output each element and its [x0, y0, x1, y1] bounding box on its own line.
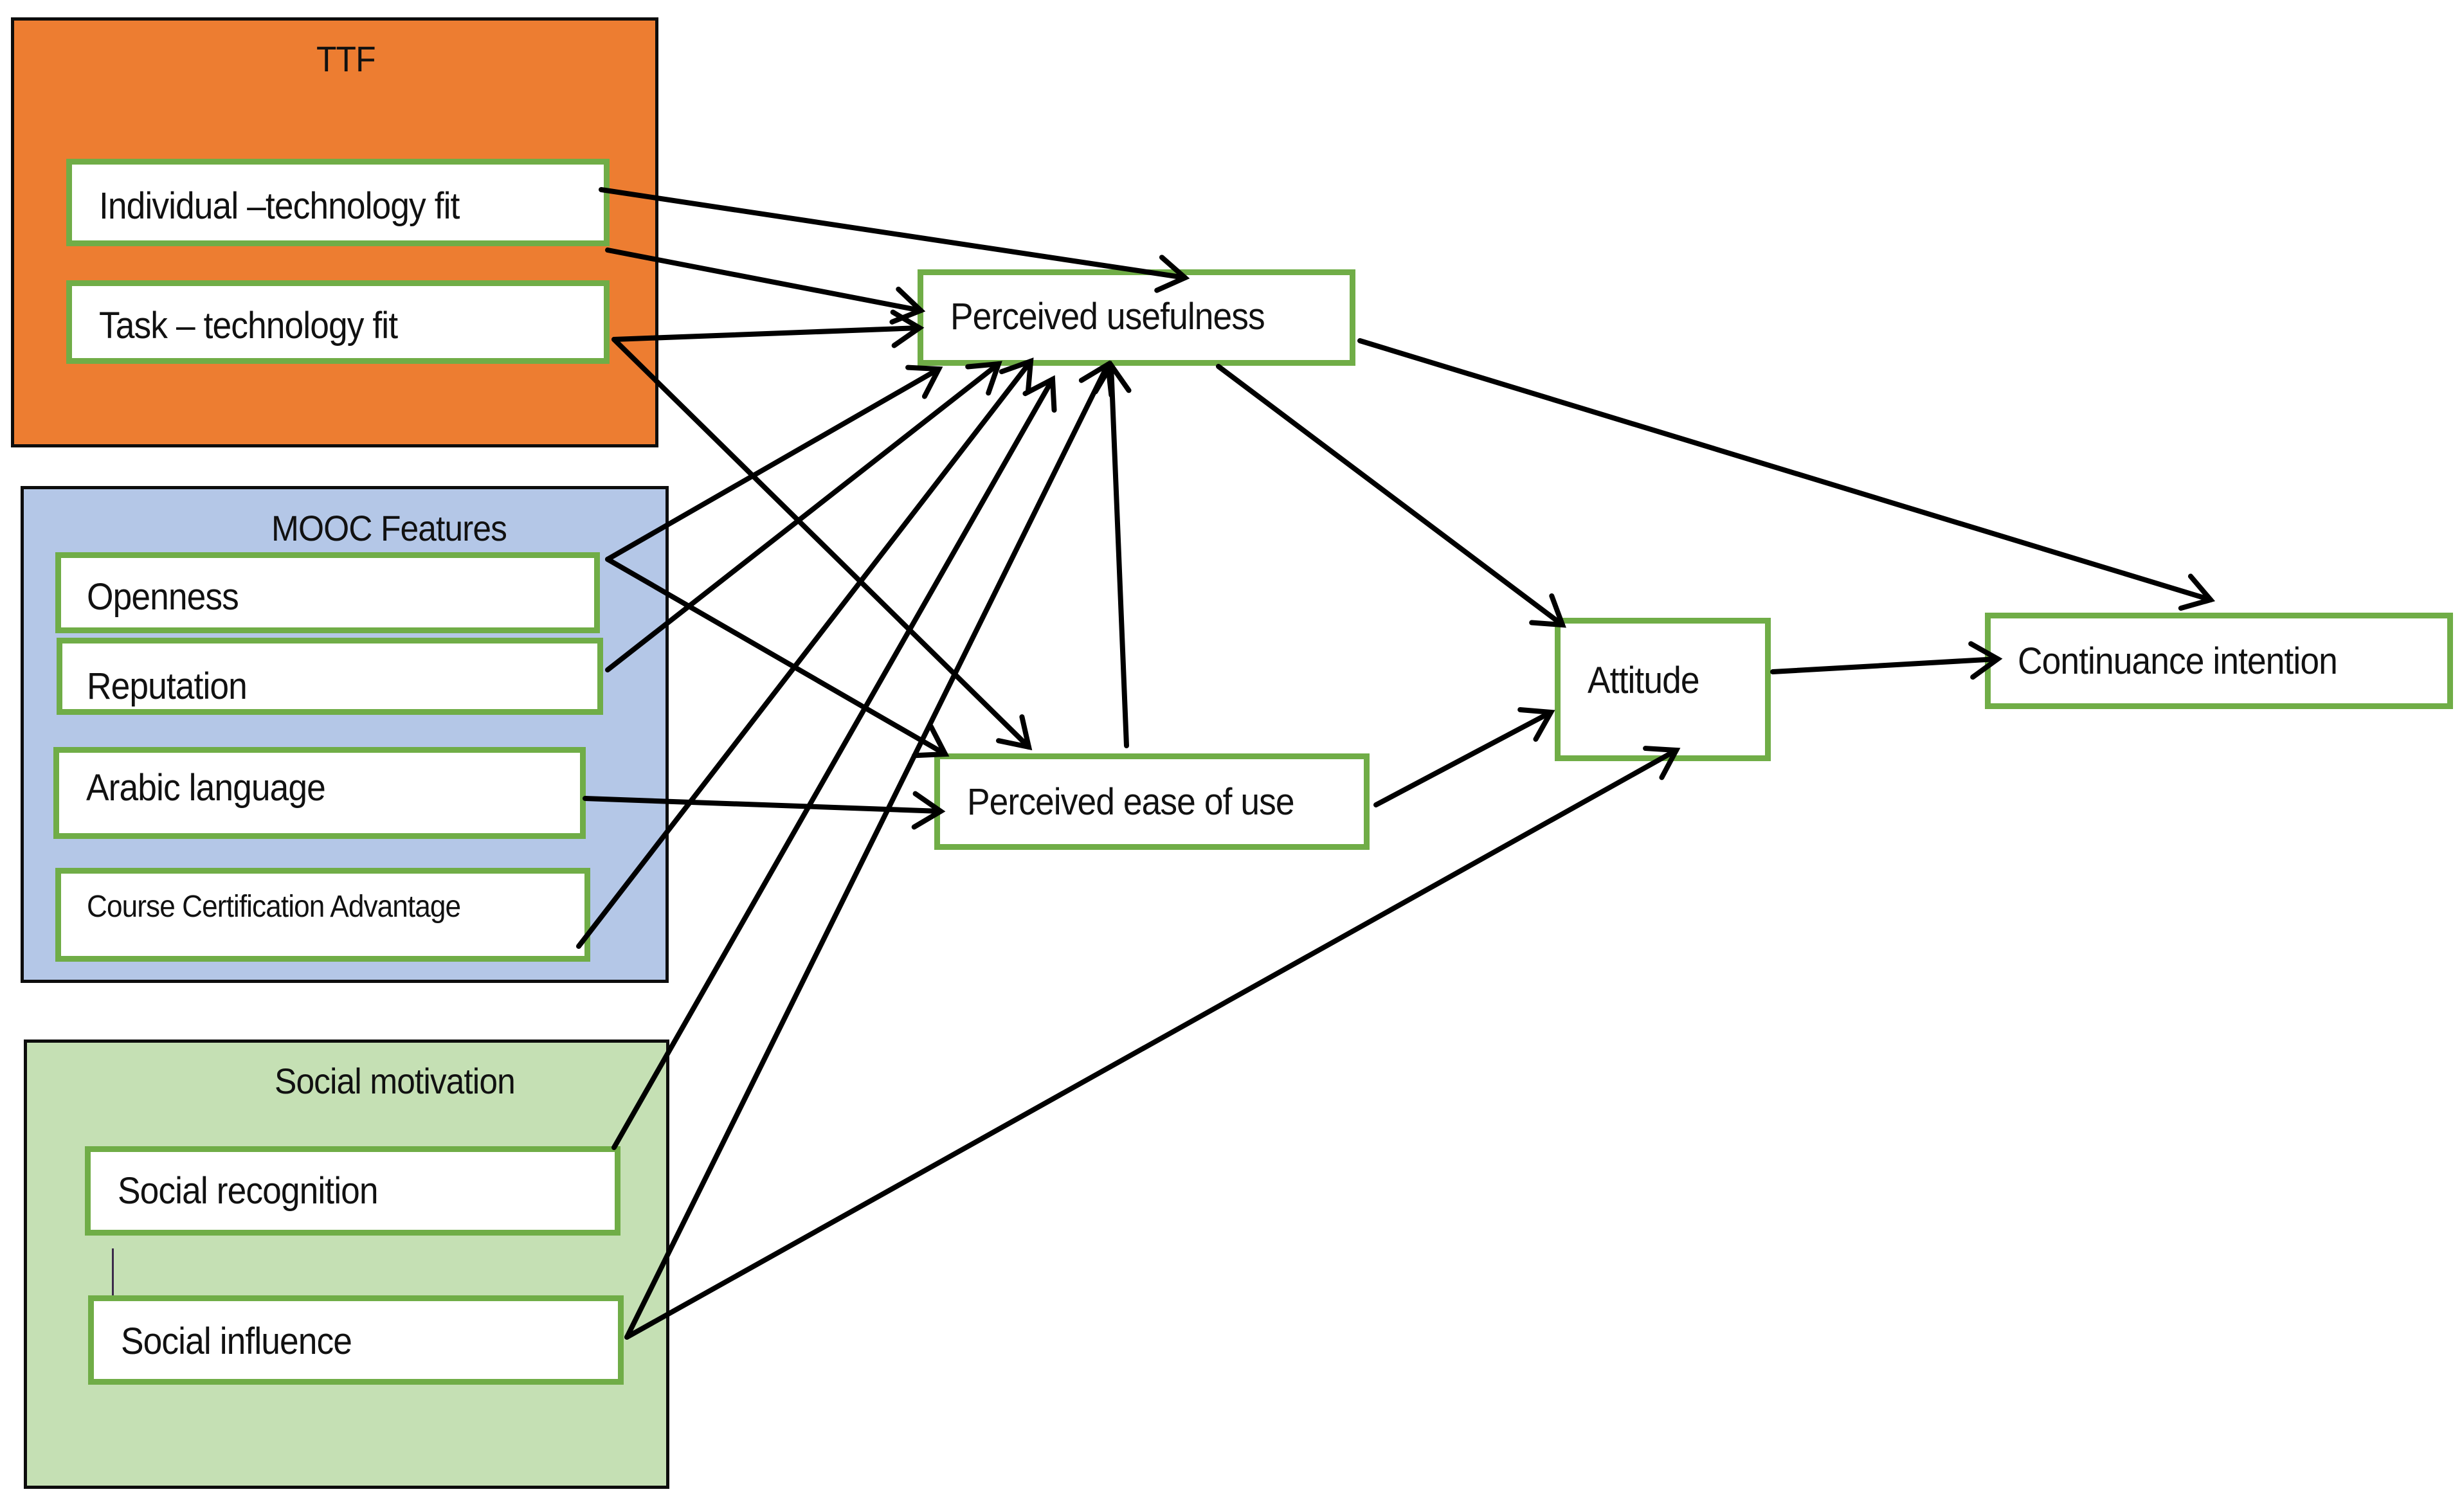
- edge-task_fit-to-peou: [611, 337, 1033, 751]
- node-label: Perceived ease of use: [967, 781, 1295, 823]
- node-course-certification-advantage[interactable]: Course Certification Advantage: [55, 868, 590, 962]
- node-perceived-usefulness[interactable]: Perceived usefulness: [918, 269, 1355, 366]
- node-label: Task – technology fit: [99, 305, 398, 346]
- edge-social_influence-to-pu: [624, 360, 1114, 1340]
- node-label: Individual –technology fit: [99, 185, 460, 227]
- edge-pu-to-attitude: [1216, 364, 1566, 628]
- node-label: Reputation: [87, 665, 248, 707]
- node-continuance-intention[interactable]: Continuance intention: [1985, 613, 2453, 709]
- arrowhead-icon: [905, 364, 943, 399]
- edge-line: [1216, 364, 1565, 627]
- edge-attitude-to-ci: [1770, 641, 2003, 680]
- arrowhead-icon: [999, 357, 1034, 395]
- node-reputation[interactable]: Reputation: [57, 638, 603, 715]
- arrowhead-icon: [1022, 375, 1057, 413]
- arrowhead-icon: [965, 361, 1002, 396]
- node-social-recognition[interactable]: Social recognition: [85, 1146, 620, 1236]
- edge-line: [599, 187, 1188, 280]
- arrowhead-icon: [1078, 360, 1114, 398]
- arrowhead-icon: [889, 286, 926, 325]
- node-individual-technology-fit[interactable]: Individual –technology fit: [66, 159, 610, 246]
- arrowhead-icon: [996, 714, 1033, 751]
- node-label: Continuance intention: [2018, 640, 2338, 682]
- node-label: Course Certification Advantage: [87, 890, 461, 924]
- arrowhead-icon: [2178, 573, 2216, 611]
- node-label: Openness: [87, 576, 239, 618]
- connector-line: [112, 1248, 114, 1296]
- edge-line: [611, 325, 922, 342]
- node-arabic-language[interactable]: Arabic language: [53, 747, 586, 839]
- edge-line: [611, 337, 1031, 750]
- edge-peou-to-pu: [1092, 360, 1132, 748]
- node-attitude[interactable]: Attitude: [1555, 618, 1771, 761]
- arrowhead-icon: [1517, 706, 1555, 742]
- node-task-technology-fit[interactable]: Task – technology fit: [66, 280, 610, 364]
- edge-task_fit-to-pu: [611, 309, 925, 348]
- edge-line: [1770, 656, 2000, 674]
- node-label: Attitude: [1588, 660, 1700, 701]
- node-perceived-ease-of-use[interactable]: Perceived ease of use: [934, 753, 1370, 850]
- group-social-motivation: Social motivation: [24, 1040, 669, 1489]
- arrowhead-icon: [1092, 360, 1132, 395]
- arrowhead-icon: [890, 309, 925, 348]
- edge-line: [1373, 710, 1553, 807]
- group-title-ttf: TTF: [316, 39, 376, 79]
- arrowhead-icon: [912, 724, 950, 759]
- edge-pu-to-ci: [1357, 338, 2216, 611]
- node-label: Perceived usefulness: [950, 296, 1265, 338]
- node-label: Arabic language: [86, 767, 326, 809]
- edge-line: [624, 362, 1110, 1340]
- edge-line: [1357, 338, 2213, 602]
- node-openness[interactable]: Openness: [55, 552, 600, 633]
- group-title-social: Social motivation: [275, 1061, 516, 1101]
- node-label: Social influence: [121, 1320, 352, 1362]
- node-social-influence[interactable]: Social influence: [88, 1295, 624, 1385]
- group-title-mooc: MOOC Features: [271, 508, 507, 548]
- node-label: Social recognition: [118, 1170, 379, 1212]
- edge-line: [1109, 363, 1129, 748]
- edge-peou-to-attitude: [1373, 706, 1555, 807]
